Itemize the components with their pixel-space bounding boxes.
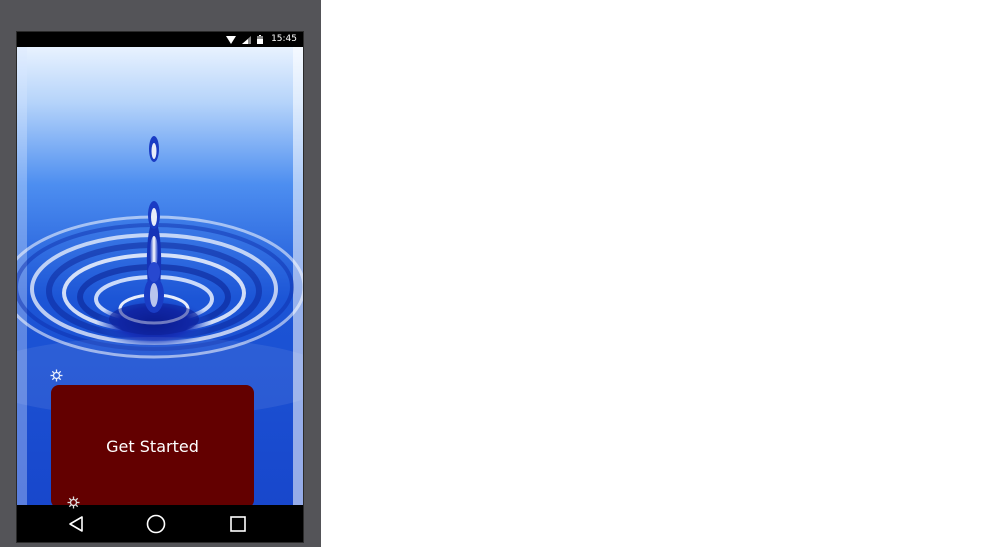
device-screen: 15:45 Get Started xyxy=(16,31,304,543)
signal-icon xyxy=(242,35,252,44)
battery-icon xyxy=(257,35,264,44)
emulator-frame: 15:45 Get Started xyxy=(0,0,321,547)
app-background-water-drop: Get Started xyxy=(17,47,303,505)
recents-icon[interactable] xyxy=(218,505,258,542)
status-bar: 15:45 xyxy=(17,32,303,47)
settings-gear-icon[interactable] xyxy=(50,369,63,382)
wifi-icon xyxy=(226,35,237,44)
get-started-button[interactable]: Get Started xyxy=(51,385,254,505)
settings-gear-icon-secondary[interactable] xyxy=(67,496,80,509)
home-icon[interactable] xyxy=(136,505,176,542)
back-icon[interactable] xyxy=(56,505,96,542)
navigation-bar xyxy=(17,505,303,542)
status-time: 15:45 xyxy=(271,34,297,44)
